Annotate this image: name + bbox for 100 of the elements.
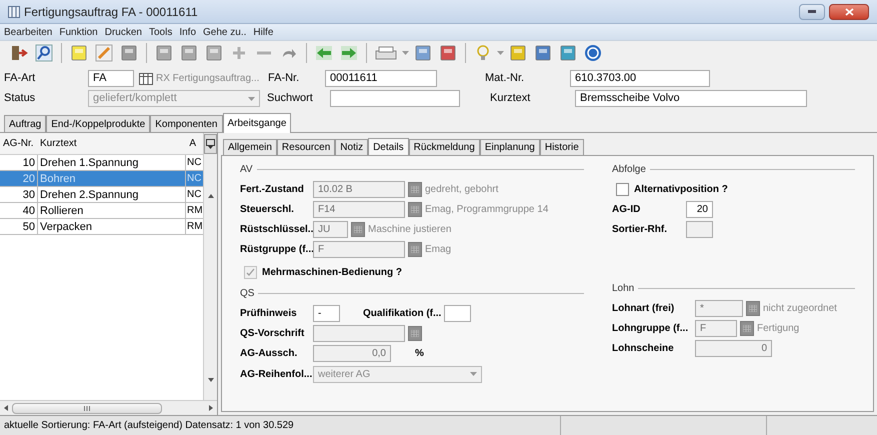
tab[interactable]: Rückmeldung bbox=[408, 139, 480, 155]
lookup-button[interactable] bbox=[740, 320, 754, 336]
section-title: QS bbox=[240, 286, 254, 300]
column-header[interactable]: AG-Nr. bbox=[0, 136, 34, 151]
text-field[interactable]: F14 bbox=[313, 200, 405, 218]
text-field[interactable] bbox=[444, 304, 471, 322]
field-label: Kurztext bbox=[490, 91, 532, 106]
scroll-right-icon bbox=[209, 405, 213, 411]
field-label: AG-Aussch. bbox=[240, 346, 298, 360]
table-cell-text: NC bbox=[186, 188, 202, 202]
table-cell: 20 bbox=[0, 171, 38, 186]
tab[interactable]: Auftrag bbox=[4, 115, 46, 132]
tab[interactable]: Historie bbox=[540, 139, 584, 155]
text-field[interactable]: FA bbox=[88, 70, 134, 87]
field-label: Lohnart (frei) bbox=[612, 302, 676, 316]
text-field[interactable]: 10.02 B bbox=[313, 180, 405, 198]
field-label: Suchwort bbox=[267, 91, 314, 106]
text-field[interactable]: 0 bbox=[695, 340, 772, 356]
checkbox[interactable] bbox=[616, 182, 629, 196]
grid-icon bbox=[411, 330, 419, 336]
help-icon[interactable] bbox=[582, 43, 604, 63]
pencil-icon[interactable] bbox=[93, 43, 115, 63]
table-cell-text: RM bbox=[186, 220, 202, 234]
table-cell: Rollieren bbox=[38, 203, 186, 218]
text-field[interactable]: * bbox=[695, 300, 743, 316]
field-label: Sortier-Rhf. bbox=[612, 222, 668, 236]
menu-item[interactable]: Bearbeiten bbox=[4, 24, 52, 40]
table-cell: Bohren bbox=[38, 171, 186, 186]
text-field[interactable]: Bremsscheibe Volvo bbox=[575, 90, 807, 107]
menu-item[interactable]: Drucken bbox=[104, 24, 142, 40]
caret-icon bbox=[470, 372, 477, 376]
table-row[interactable]: 10 Drehen 1.Spannung NC bbox=[0, 155, 203, 171]
lookup-button[interactable] bbox=[408, 202, 422, 216]
tab[interactable]: Einplanung bbox=[480, 139, 540, 155]
back-arrow-icon[interactable] bbox=[313, 43, 335, 63]
tab[interactable]: Notiz bbox=[335, 139, 368, 155]
table-cell-text: NC bbox=[186, 156, 202, 170]
column-header[interactable]: Kurztext bbox=[34, 136, 186, 151]
menu-item[interactable]: Info bbox=[179, 24, 196, 40]
window-title: Fertigungsauftrag FA - 00011611 bbox=[24, 4, 198, 20]
text-field[interactable] bbox=[313, 324, 405, 342]
scroll-thumb[interactable] bbox=[12, 402, 162, 414]
text-field[interactable]: JU bbox=[313, 220, 348, 238]
lookup-button[interactable] bbox=[351, 222, 365, 236]
menu-item[interactable]: Hilfe bbox=[253, 24, 274, 40]
table-cell-text: NC bbox=[186, 172, 202, 186]
caret-icon bbox=[248, 96, 255, 100]
column-header[interactable]: A bbox=[186, 136, 196, 151]
text-field[interactable]: 0,0 bbox=[313, 344, 391, 362]
section-title: AV bbox=[240, 162, 253, 176]
menu-item[interactable]: Funktion bbox=[59, 24, 98, 40]
tab[interactable]: Arbeitsgange bbox=[222, 113, 292, 133]
lookup-button[interactable] bbox=[408, 182, 422, 196]
text-field[interactable]: 610.3703.00 bbox=[570, 70, 710, 87]
text-field[interactable]: F bbox=[313, 240, 405, 258]
menu-item[interactable]: Tools bbox=[148, 24, 172, 40]
field-label: AG-Reihenfol... bbox=[240, 368, 310, 382]
text-field[interactable]: F bbox=[695, 320, 737, 336]
text-field[interactable]: 00011611 bbox=[325, 70, 437, 87]
text-field[interactable] bbox=[330, 90, 460, 107]
lookup-text: RX Fertigungsauftrag... bbox=[156, 72, 260, 86]
field-label: Mat.-Nr. bbox=[485, 71, 526, 86]
table-row[interactable]: 40 Rollieren RM bbox=[0, 203, 203, 219]
table-cell: 10 bbox=[0, 155, 38, 170]
field-label: FA-Art bbox=[4, 71, 36, 86]
tab[interactable]: Komponenten bbox=[150, 115, 222, 132]
table-cell: 50 bbox=[0, 219, 38, 234]
table-row[interactable]: 50 Verpacken RM bbox=[0, 219, 203, 235]
minimize-button[interactable] bbox=[799, 4, 825, 20]
lookup-button[interactable] bbox=[408, 326, 422, 340]
search-icon[interactable] bbox=[33, 43, 55, 63]
field-label: Lohnscheine bbox=[612, 342, 675, 356]
menu-item[interactable]: Gehe zu.. bbox=[203, 24, 246, 40]
grid-icon bbox=[411, 186, 419, 192]
tab[interactable]: Allgemein bbox=[223, 139, 277, 155]
vertical-scrollbar[interactable] bbox=[203, 133, 217, 400]
status-text: aktuelle Sortierung: FA-Art (aufsteigend) Datensatz: 1 von 30.529 bbox=[3, 419, 295, 433]
grid-icon bbox=[749, 304, 757, 312]
table-cell: 30 bbox=[0, 187, 38, 202]
horizontal-scrollbar[interactable] bbox=[0, 400, 217, 415]
table-cell: Drehen 2.Spannung bbox=[38, 187, 186, 202]
lookup-text: gedreht, gebohrt bbox=[425, 182, 498, 196]
text-field[interactable]: 20 bbox=[686, 200, 713, 218]
lookup-button[interactable] bbox=[746, 300, 760, 316]
window-icon bbox=[8, 6, 20, 18]
tab[interactable]: Resourcen bbox=[276, 139, 336, 155]
text-field[interactable]: - bbox=[313, 304, 340, 322]
tab[interactable]: End-/Koppelprodukte bbox=[46, 115, 150, 132]
forward-arrow-icon[interactable] bbox=[338, 43, 360, 63]
tab[interactable]: Details bbox=[368, 138, 409, 156]
table-row[interactable]: 30 Drehen 2.Spannung NC bbox=[0, 187, 203, 203]
lookup-button[interactable] bbox=[408, 242, 422, 256]
close-button[interactable] bbox=[829, 4, 869, 20]
grid-icon bbox=[354, 226, 362, 232]
table-cell: Drehen 1.Spannung bbox=[38, 155, 186, 170]
check-icon bbox=[246, 268, 255, 276]
text-field[interactable] bbox=[686, 220, 713, 238]
field-label: QS-Vorschrift bbox=[240, 326, 306, 340]
column-chooser-icon[interactable] bbox=[204, 134, 217, 154]
scroll-left-icon bbox=[4, 405, 8, 411]
